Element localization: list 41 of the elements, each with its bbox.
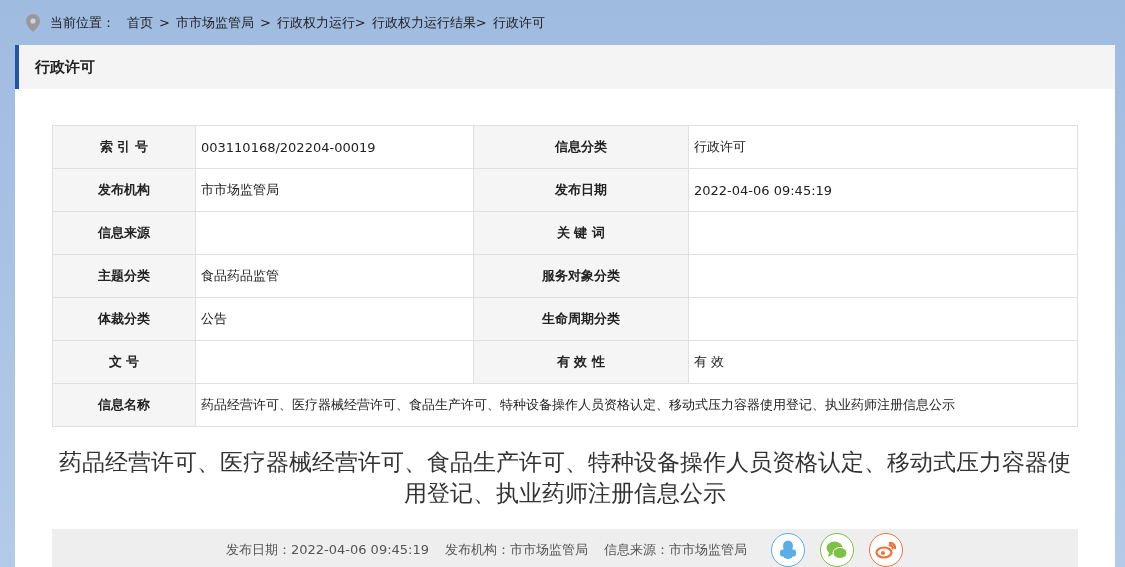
breadcrumb-separator: > bbox=[259, 15, 271, 30]
field-label: 信息名称 bbox=[52, 383, 196, 427]
field-label: 发布日期 bbox=[473, 168, 689, 212]
field-value: 行政许可 bbox=[688, 125, 1078, 169]
breadcrumb-separator: > bbox=[159, 15, 170, 30]
field-value: 市市场监管局 bbox=[195, 168, 474, 212]
share-button[interactable] bbox=[869, 533, 903, 567]
field-label: 信息分类 bbox=[473, 125, 689, 169]
article-title: 药品经营许可、医疗器械经营许可、食品生产许可、特种设备操作人员资格认定、移动式压力容器使用登记、执业药师注册信息公示 bbox=[58, 448, 1072, 508]
meta-text: 信息来源：市市场监管局 bbox=[604, 541, 747, 559]
breadcrumb-link[interactable]: 市市场监管局 bbox=[175, 13, 254, 32]
field-label: 发布机构 bbox=[52, 168, 196, 212]
field-value: 食品药品监管 bbox=[195, 254, 474, 298]
field-label: 服务对象分类 bbox=[473, 254, 689, 298]
field-label: 有 效 性 bbox=[473, 340, 689, 384]
meta-text: 发布机构：市市场监管局 bbox=[445, 541, 588, 559]
location-pin-icon bbox=[26, 13, 40, 32]
share-button[interactable] bbox=[771, 533, 805, 567]
chat-bubbles-icon bbox=[826, 540, 848, 560]
field-value: 药品经营许可、医疗器械经营许可、食品生产许可、特种设备操作人员资格认定、移动式压力容器使用登记、执业药师注册信息公示 bbox=[195, 383, 1078, 427]
section-title: 行政许可 bbox=[35, 57, 95, 77]
breadcrumb-label: 当前位置： bbox=[50, 13, 115, 32]
penguin-icon bbox=[779, 540, 797, 560]
swirl-icon bbox=[875, 541, 897, 559]
field-value: 有 效 bbox=[688, 340, 1078, 384]
field-label: 文 号 bbox=[52, 340, 196, 384]
breadcrumb-link[interactable]: 首页 bbox=[127, 13, 153, 32]
field-label: 主题分类 bbox=[52, 254, 196, 298]
field-label: 信息来源 bbox=[52, 211, 196, 255]
breadcrumb-link[interactable]: 行政权力运行结果> bbox=[371, 13, 487, 32]
field-label: 生命周期分类 bbox=[473, 297, 689, 341]
field-label: 关 键 词 bbox=[473, 211, 689, 255]
meta-text: 发布日期：2022-04-06 09:45:19 bbox=[225, 541, 429, 559]
field-value: 公告 bbox=[195, 297, 474, 341]
field-label: 体裁分类 bbox=[52, 297, 196, 341]
field-value: 003110168/202204-00019 bbox=[195, 125, 474, 169]
field-value: 2022-04-06 09:45:19 bbox=[688, 168, 1078, 212]
field-label: 索 引 号 bbox=[52, 125, 196, 169]
share-button[interactable] bbox=[820, 533, 854, 567]
breadcrumb-link[interactable]: 行政许可 bbox=[492, 13, 545, 32]
breadcrumb-link[interactable]: 行政权力运行> bbox=[276, 13, 366, 32]
